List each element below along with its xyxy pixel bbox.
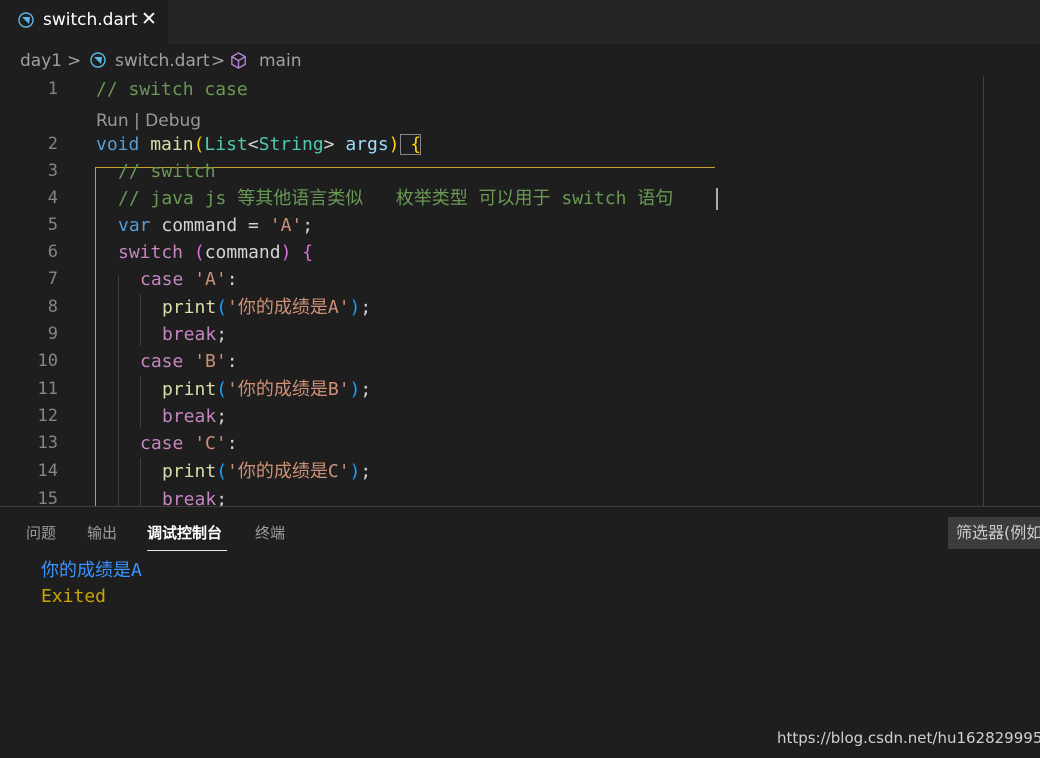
- code-editor[interactable]: 1 // switch case Run | Debug 2 void main…: [0, 76, 1040, 506]
- breadcrumb-folder[interactable]: day1: [20, 50, 62, 72]
- line-number: 7: [47, 269, 58, 289]
- tab-output[interactable]: 输出: [87, 522, 117, 544]
- code-line[interactable]: 4 // java js 等其他语言类似 枚举类型 可以用于 switch 语句: [0, 185, 1040, 212]
- console-exit-status: Exited: [41, 586, 107, 607]
- comment: // java js 等其他语言类似 枚举类型 可以用于 switch 语句: [118, 188, 674, 209]
- code-line[interactable]: 13 case 'C':: [0, 430, 1040, 457]
- line-number: 12: [37, 406, 58, 426]
- code-text: print('你的成绩是C');: [162, 461, 372, 482]
- code-text: break;: [162, 406, 228, 427]
- code-text: break;: [162, 324, 228, 345]
- breadcrumb-symbol[interactable]: main: [259, 50, 301, 72]
- codelens-separator: |: [128, 111, 146, 131]
- code-line[interactable]: 7 case 'A':: [0, 266, 1040, 293]
- code-line[interactable]: 8 print('你的成绩是A');: [0, 294, 1040, 321]
- tab-bar: switch.dart ✕: [0, 0, 1040, 44]
- code-text: print('你的成绩是A');: [162, 297, 372, 318]
- text-cursor: [716, 188, 718, 210]
- code-text: case 'A':: [140, 269, 238, 290]
- line-number: 15: [37, 489, 58, 506]
- line-number: 2: [47, 134, 58, 154]
- console-output-line: 你的成绩是A: [41, 560, 142, 581]
- code-line[interactable]: 3 // switch: [0, 158, 1040, 185]
- code-text: break;: [162, 489, 228, 506]
- code-line[interactable]: 10 case 'B':: [0, 348, 1040, 375]
- code-text: case 'C':: [140, 433, 238, 454]
- comment: // switch: [118, 161, 216, 182]
- code-line[interactable]: 11 print('你的成绩是B');: [0, 376, 1040, 403]
- breadcrumb: day1 > switch.dart > main: [0, 46, 1040, 76]
- code-line[interactable]: 12 break;: [0, 403, 1040, 430]
- line-number: 6: [47, 242, 58, 262]
- code-text: print('你的成绩是B');: [162, 379, 372, 400]
- line-number: 13: [37, 433, 58, 453]
- code-text: switch (command) {: [118, 242, 314, 263]
- code-line[interactable]: 14 print('你的成绩是C');: [0, 458, 1040, 485]
- code-text: var command = 'A';: [118, 215, 314, 236]
- code-line[interactable]: 2 void main(List<String> args) {: [0, 131, 1040, 158]
- debug-codelens[interactable]: Debug: [145, 111, 201, 131]
- line-number: 10: [37, 351, 58, 371]
- tab-terminal[interactable]: 终端: [255, 522, 285, 544]
- code-line[interactable]: 1 // switch case: [0, 76, 1040, 103]
- chevron-right-icon: >: [67, 51, 82, 71]
- line-number: 4: [47, 188, 58, 208]
- line-number: 5: [47, 215, 58, 235]
- tab-label: switch.dart: [43, 10, 138, 30]
- active-tab-indicator: [147, 550, 227, 551]
- tab-debug-console[interactable]: 调试控制台: [147, 522, 222, 544]
- comment: // switch case: [96, 79, 248, 100]
- line-number: 8: [47, 297, 58, 317]
- tab-switch-dart[interactable]: switch.dart ✕: [0, 0, 168, 44]
- code-text: void main(List<String> args) {: [96, 134, 422, 155]
- filter-input[interactable]: 筛选器(例如: [948, 517, 1040, 549]
- dart-icon: [18, 12, 34, 28]
- line-number: 9: [47, 324, 58, 344]
- tab-problems[interactable]: 问题: [26, 522, 56, 544]
- line-number: 14: [37, 461, 58, 481]
- code-line[interactable]: 6 switch (command) {: [0, 239, 1040, 266]
- bottom-panel: 问题 输出 调试控制台 终端 筛选器(例如 你的成绩是A Exited: [0, 507, 1040, 758]
- code-line[interactable]: 9 break;: [0, 321, 1040, 348]
- run-codelens[interactable]: Run: [96, 111, 129, 131]
- chevron-right-icon: >: [211, 51, 226, 71]
- code-line[interactable]: 5 var command = 'A';: [0, 212, 1040, 239]
- line-number: 11: [37, 379, 58, 399]
- codelens: Run | Debug: [96, 110, 201, 132]
- code-text: case 'B':: [140, 351, 238, 372]
- watermark: https://blog.csdn.net/hu1628299958: [777, 729, 1040, 747]
- method-cube-icon: [231, 52, 246, 69]
- line-number: 3: [47, 161, 58, 181]
- code-line[interactable]: 15 break;: [0, 486, 1040, 506]
- line-number: 1: [47, 79, 58, 99]
- breadcrumb-file[interactable]: switch.dart: [115, 50, 210, 72]
- dart-icon: [90, 52, 106, 68]
- close-icon[interactable]: ✕: [141, 8, 157, 30]
